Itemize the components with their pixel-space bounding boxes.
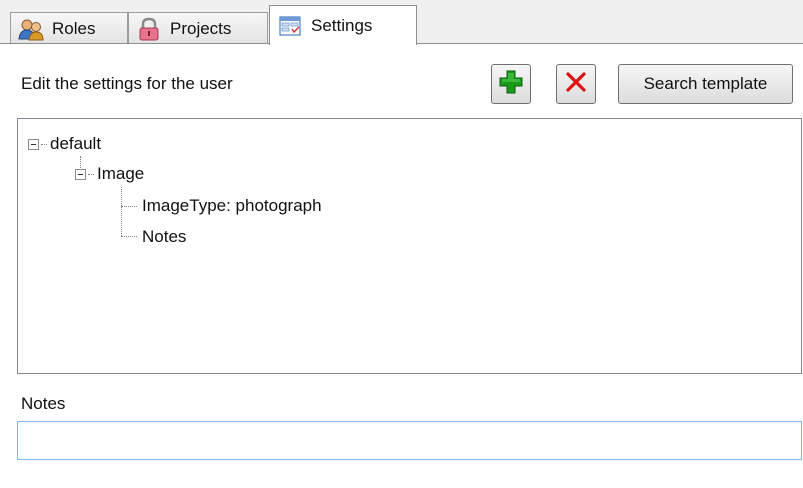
search-template-button[interactable]: Search template [618,64,793,104]
tree-leaf-notes[interactable]: Notes [142,225,186,249]
tab-settings[interactable]: Settings [269,5,417,45]
tab-roles[interactable]: Roles [10,12,128,44]
tree-node-default-label: default [50,134,102,153]
tab-projects[interactable]: Projects [128,12,268,44]
tree-leaf-notes-label: Notes [142,227,187,246]
notes-input[interactable] [17,421,802,460]
collapse-icon[interactable] [75,168,86,180]
users-icon [18,17,44,41]
tree-node-default[interactable]: default [28,132,101,156]
settings-header-label: Edit the settings for the user [21,74,233,93]
collapse-icon[interactable] [28,138,39,150]
tab-projects-label: Projects [170,18,232,38]
tree-node-image-label: Image [97,164,145,183]
padlock-icon [136,17,162,41]
plus-icon [498,69,524,100]
settings-form-icon [277,14,303,38]
tab-strip: Roles Projects Settings [0,0,803,45]
tab-roles-label: Roles [52,18,96,38]
tree-leaf-imagetype[interactable]: ImageType: photograph [142,194,322,218]
settings-tree[interactable]: default Image ImageType: photograph Note… [17,118,802,374]
delete-setting-button[interactable] [556,64,596,104]
add-setting-button[interactable] [491,64,531,104]
tree-leaf-imagetype-label: ImageType: photograph [142,196,322,215]
tab-settings-label: Settings [311,15,373,35]
notes-label: Notes [21,394,66,413]
red-x-icon [564,70,588,99]
tree-node-image[interactable]: Image [75,162,144,186]
